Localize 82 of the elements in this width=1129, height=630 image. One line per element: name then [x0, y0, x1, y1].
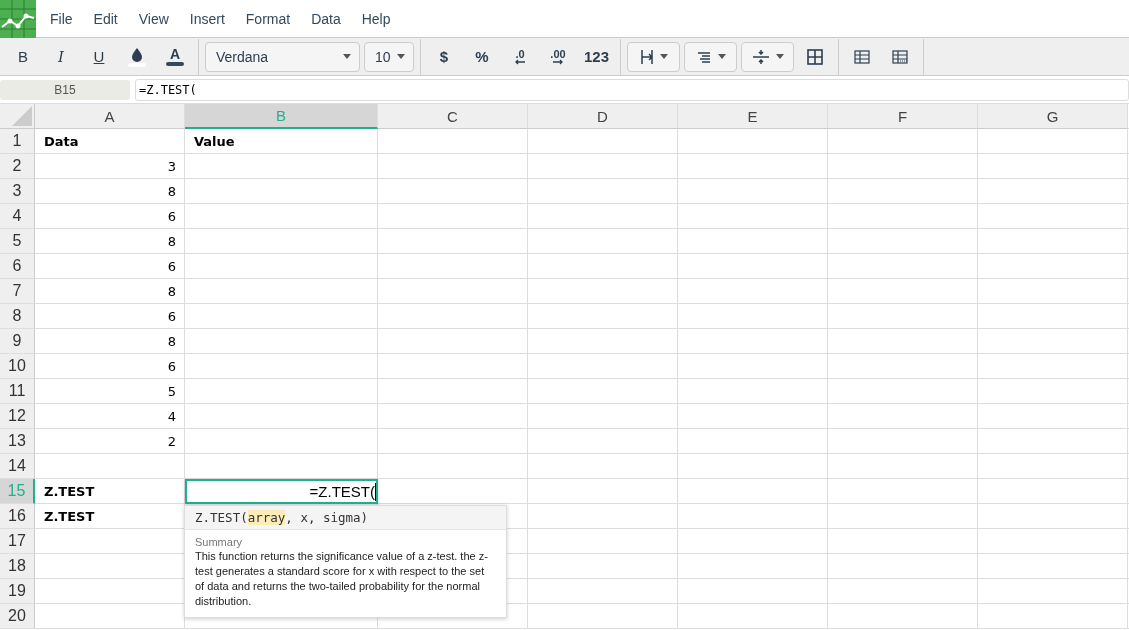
app-logo-icon — [0, 0, 36, 38]
menu-item[interactable]: Format — [237, 10, 299, 27]
column-header[interactable]: F — [828, 104, 978, 129]
column-header[interactable]: E — [678, 104, 828, 129]
column-header[interactable]: G — [978, 104, 1128, 129]
row-header[interactable]: 1 — [0, 129, 35, 154]
table-icon — [854, 49, 871, 64]
cell-editor[interactable]: =Z.TEST( — [185, 479, 378, 504]
row-header[interactable]: 17 — [0, 529, 35, 554]
row-header[interactable]: 10 — [0, 354, 35, 379]
table-cell-text: 3 — [166, 158, 177, 176]
row-header[interactable]: 12 — [0, 404, 35, 429]
column-header[interactable]: D — [528, 104, 678, 129]
summary-text: This function returns the significance value of a z-test. the z-test generates a standard score for x with respect to the set of data and returns the two-tailed probability for the normal distribution. — [194, 549, 489, 609]
column-header[interactable]: A — [35, 104, 185, 129]
arrow-icon — [552, 58, 564, 65]
table-cell-text: 8 — [166, 233, 177, 251]
row-header[interactable]: 20 — [0, 604, 35, 629]
row-header[interactable]: 6 — [0, 254, 35, 279]
row-header[interactable]: 5 — [0, 229, 35, 254]
toolbar-button[interactable]: B — [7, 40, 39, 73]
decimal-button[interactable]: .00 — [542, 40, 574, 73]
row-header[interactable]: 18 — [0, 554, 35, 579]
table-cell-text: Z.TEST — [43, 483, 96, 501]
borders-icon — [807, 48, 824, 65]
function-signature: Z.TEST(array, x, sigma) — [185, 506, 506, 530]
arrow-icon — [514, 58, 526, 65]
menu-item[interactable]: File — [42, 10, 81, 27]
align-lines-icon — [695, 50, 712, 63]
table-cell-text: Value — [193, 133, 236, 151]
table-icon — [892, 49, 909, 64]
dropdown-caret-icon — [717, 54, 726, 59]
row-header[interactable]: 2 — [0, 154, 35, 179]
table-cell-text: 6 — [166, 308, 177, 326]
decimal-button[interactable]: .0 — [504, 40, 536, 73]
table-cell-text: 6 — [166, 358, 177, 376]
row-header[interactable]: 13 — [0, 429, 35, 454]
toolbar-button[interactable]: I — [45, 40, 77, 73]
row-header[interactable]: 14 — [0, 454, 35, 479]
toolbar-button[interactable]: $ — [428, 40, 460, 73]
text-color-button[interactable]: A — [159, 40, 191, 73]
table-cell-text: 8 — [166, 333, 177, 351]
toolbar-button[interactable]: % — [466, 40, 498, 73]
row-header[interactable]: 3 — [0, 179, 35, 204]
dropdown[interactable]: 10 — [364, 41, 414, 72]
row-header[interactable]: 7 — [0, 279, 35, 304]
dropdown-button[interactable] — [627, 41, 681, 72]
table-cell-text: 6 — [166, 208, 177, 226]
dropdown[interactable]: Verdana — [205, 41, 360, 72]
row-header[interactable]: 19 — [0, 579, 35, 604]
menu-item[interactable]: Edit — [85, 10, 126, 27]
table-cell-text: Z.TEST — [43, 508, 96, 526]
menu-item[interactable]: Data — [303, 10, 349, 27]
column-header[interactable]: C — [378, 104, 528, 129]
align-left-icon — [639, 48, 654, 65]
formula-input[interactable]: =Z.TEST( — [135, 78, 1129, 101]
toolbar-button[interactable]: U — [83, 40, 115, 73]
row-header[interactable]: 16 — [0, 504, 35, 529]
table-cell-text: 6 — [166, 258, 177, 276]
table-cell-text: 2 — [166, 433, 177, 451]
row-header[interactable]: 4 — [0, 204, 35, 229]
menu-item[interactable]: Help — [353, 10, 399, 27]
dropdown-caret-icon — [775, 54, 784, 59]
dropdown-caret-icon — [397, 54, 405, 59]
dropdown-button[interactable] — [684, 41, 738, 72]
dropdown-button[interactable] — [741, 41, 795, 72]
table-cell-text: 8 — [166, 183, 177, 201]
dropdown-caret-icon — [659, 54, 668, 59]
table-cell-text: 8 — [166, 283, 177, 301]
row-header[interactable]: 9 — [0, 329, 35, 354]
menu-item[interactable]: View — [130, 10, 177, 27]
dropdown-caret-icon — [343, 54, 351, 59]
table-cell-text: Data — [43, 133, 80, 151]
toolbar-button[interactable]: 123 — [580, 40, 614, 73]
row-header[interactable]: 11 — [0, 379, 35, 404]
cell-reference-field[interactable]: B15 — [0, 79, 130, 100]
vertical-align-icon — [751, 48, 770, 65]
summary-label: Summary — [194, 535, 244, 548]
menu-item[interactable]: Insert — [181, 10, 233, 27]
table-cell-text: 4 — [166, 408, 177, 426]
row-header[interactable]: 8 — [0, 304, 35, 329]
table-cell-text: 5 — [166, 383, 177, 401]
